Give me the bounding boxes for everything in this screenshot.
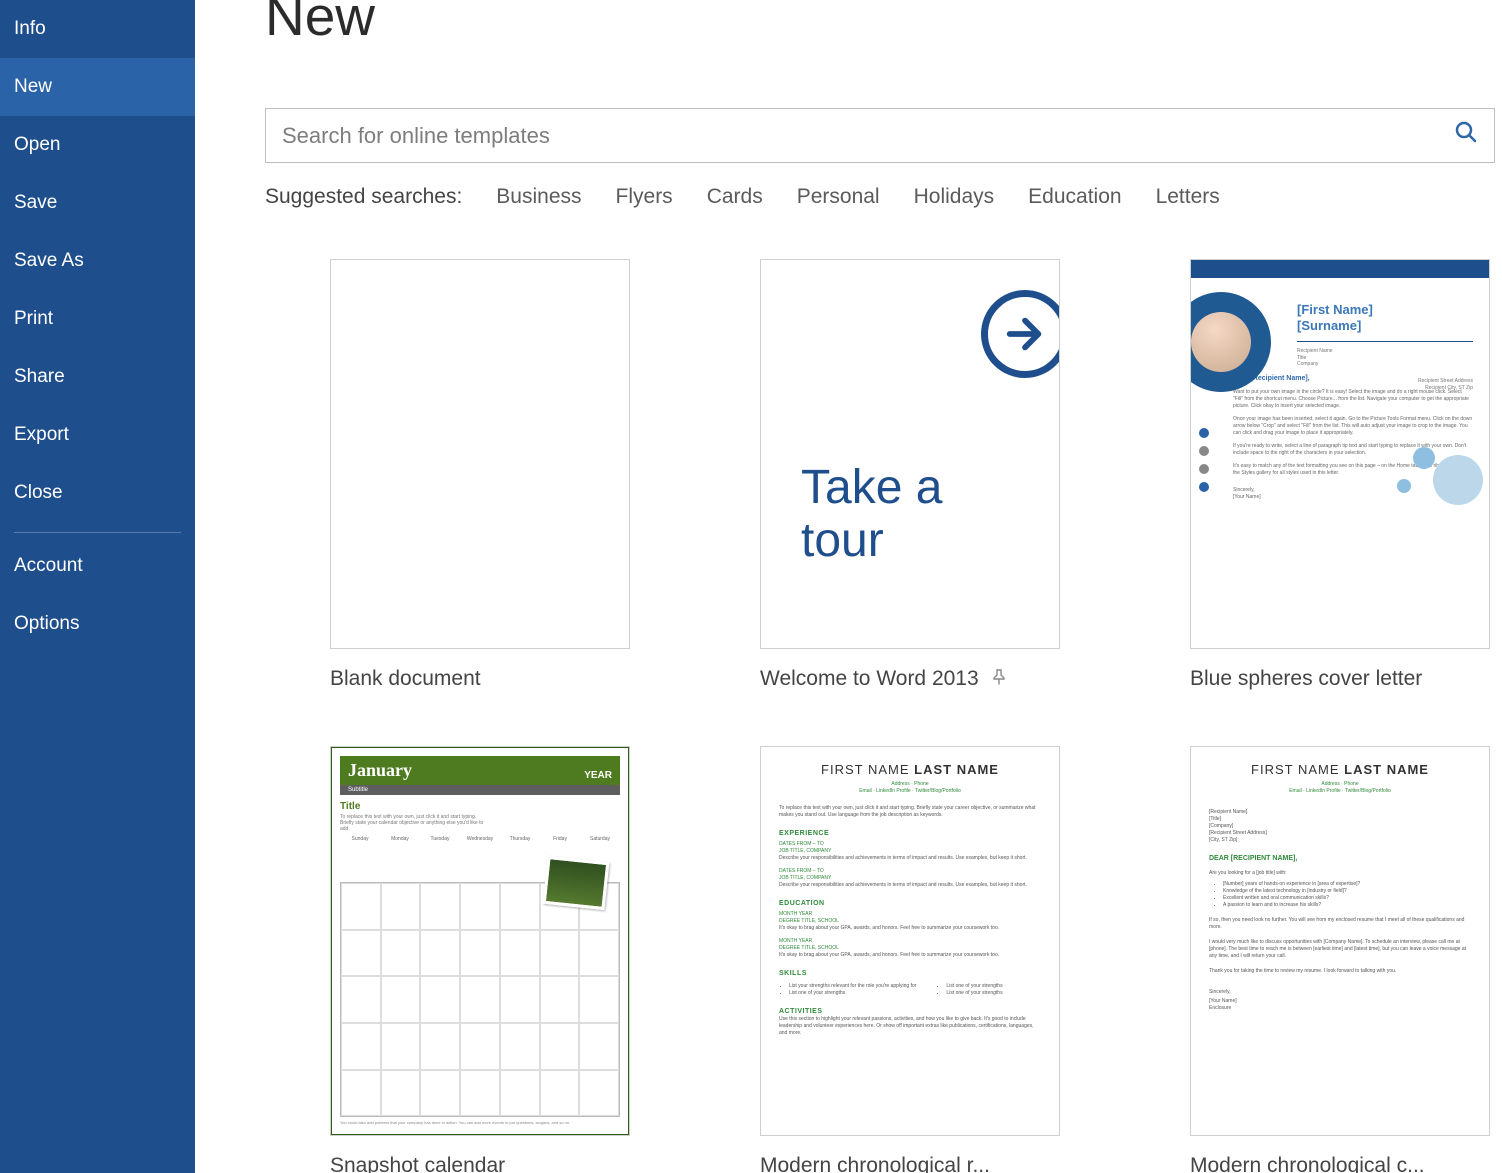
phone-icon [1199,446,1209,456]
template-label: Blank document [330,667,481,691]
tour-text: Take a tour [801,462,942,568]
template-thumb: [First Name][Surname] Recipient NameTitl… [1190,259,1490,649]
tour-line1: Take a [801,462,942,515]
suggested-searches-row: Suggested searches: Business Flyers Card… [265,185,1502,209]
sidebar-item-label: Print [14,308,53,329]
sidebar-item-save[interactable]: Save [0,174,195,232]
suggested-link-holidays[interactable]: Holidays [914,185,995,209]
template-label: Snapshot calendar [330,1154,505,1173]
template-thumb: FIRST NAME LAST NAME Address · PhoneEmai… [1190,746,1490,1136]
template-label: Modern chronological c... [1190,1154,1425,1173]
suggested-link-letters[interactable]: Letters [1156,185,1220,209]
web-icon [1199,482,1209,492]
sidebar: Info New Open Save Save As Print Share E… [0,0,195,1173]
sidebar-item-label: Close [14,482,63,503]
template-thumb: Take a tour [760,259,1060,649]
sidebar-item-label: Save [14,192,57,213]
sidebar-item-label: Export [14,424,69,445]
tour-line2: tour [801,515,942,568]
page-title: New [265,0,1502,48]
sidebar-item-label: Save As [14,250,84,271]
sidebar-item-open[interactable]: Open [0,116,195,174]
sidebar-item-print[interactable]: Print [0,290,195,348]
sidebar-item-label: New [14,76,52,97]
template-label: Welcome to Word 2013 [760,667,979,691]
sidebar-item-label: Share [14,366,65,387]
sidebar-item-label: Options [14,613,79,634]
sidebar-divider [14,532,181,533]
sidebar-item-info[interactable]: Info [0,0,195,58]
template-modern-chronological-cover-letter[interactable]: FIRST NAME LAST NAME Address · PhoneEmai… [1125,746,1502,1173]
template-snapshot-calendar[interactable]: JanuaryYEAR Subtitle Title To replace th… [265,746,695,1173]
suggested-link-business[interactable]: Business [496,185,581,209]
templates-grid: Blank document Take a tour Welcome to Wo… [265,259,1502,1173]
sidebar-item-save-as[interactable]: Save As [0,232,195,290]
suggested-link-cards[interactable]: Cards [707,185,763,209]
search-box[interactable] [265,108,1495,163]
email-icon [1199,464,1209,474]
search-input[interactable] [282,123,1454,149]
sidebar-item-label: Account [14,555,83,576]
search-icon[interactable] [1454,120,1478,151]
main-panel: New Suggested searches: Business Flyers … [195,0,1502,1173]
address-icon [1199,428,1209,438]
template-blank-document[interactable]: Blank document [265,259,695,691]
template-label: Modern chronological r... [760,1154,990,1173]
template-thumb: JanuaryYEAR Subtitle Title To replace th… [330,746,630,1136]
sidebar-item-account[interactable]: Account [0,537,195,595]
sidebar-item-new[interactable]: New [0,58,195,116]
template-modern-chronological-resume[interactable]: FIRST NAME LAST NAME Address · PhoneEmai… [695,746,1125,1173]
pin-icon[interactable] [991,669,1007,690]
suggested-label: Suggested searches: [265,185,462,209]
template-label: Blue spheres cover letter [1190,667,1422,691]
sidebar-item-options[interactable]: Options [0,595,195,653]
avatar-photo [1191,312,1251,372]
template-thumb [330,259,630,649]
sidebar-item-share[interactable]: Share [0,348,195,406]
sidebar-item-label: Info [14,18,46,39]
sidebar-item-close[interactable]: Close [0,464,195,522]
sidebar-item-label: Open [14,134,60,155]
sidebar-item-export[interactable]: Export [0,406,195,464]
template-thumb: FIRST NAME LAST NAME Address · PhoneEmai… [760,746,1060,1136]
suggested-link-personal[interactable]: Personal [797,185,880,209]
suggested-link-education[interactable]: Education [1028,185,1121,209]
arrow-right-icon [981,290,1060,378]
calendar-photo [543,856,610,910]
template-welcome-word[interactable]: Take a tour Welcome to Word 2013 [695,259,1125,691]
suggested-link-flyers[interactable]: Flyers [616,185,673,209]
template-blue-spheres-cover-letter[interactable]: [First Name][Surname] Recipient NameTitl… [1125,259,1502,691]
